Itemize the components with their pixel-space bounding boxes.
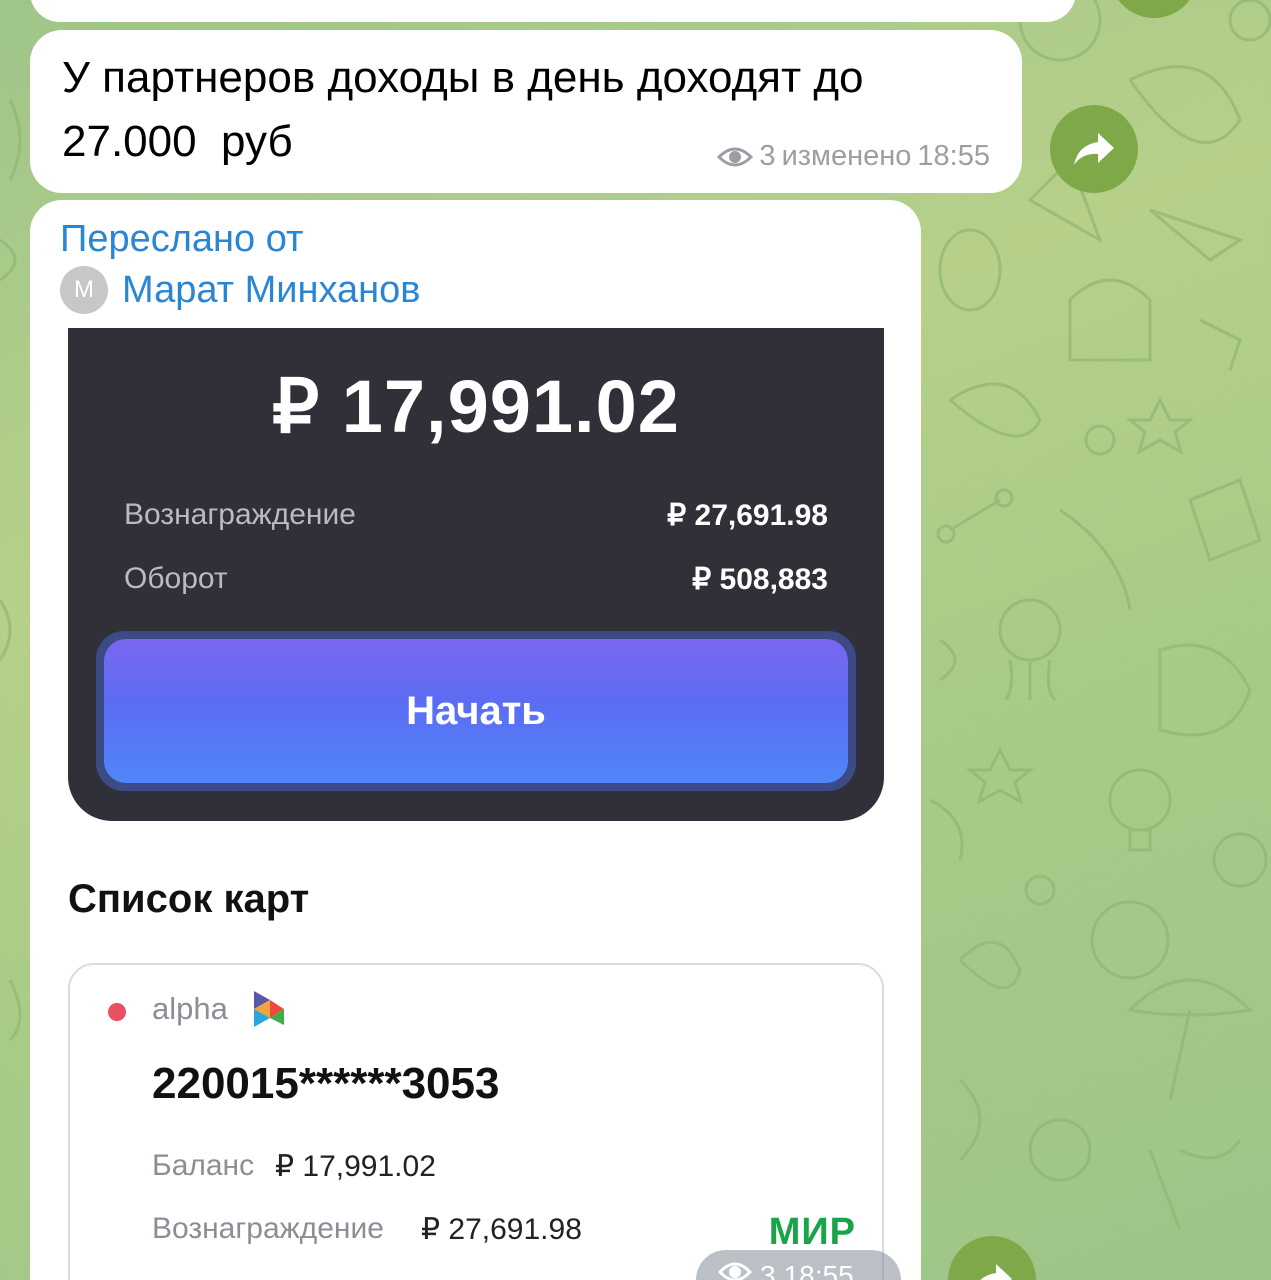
- balance-card: ₽ 17,991.02 Вознаграждение ₽ 27,691.98 О…: [68, 328, 884, 821]
- eye-icon: [717, 147, 754, 166]
- forwarded-label: Переслано от: [60, 218, 304, 260]
- previous-message-bubble[interactable]: [30, 0, 1076, 22]
- views-count: 3: [759, 140, 776, 172]
- share-arrow-icon: [1074, 133, 1114, 165]
- message-time: 18:55: [783, 1260, 854, 1280]
- reward-value: ₽ 27,691.98: [667, 499, 828, 532]
- forwarded-author[interactable]: M Марат Минханов: [60, 266, 421, 314]
- avatar: M: [60, 266, 108, 314]
- bank-card-item[interactable]: alpha 220015******3053 Баланс ₽ 17,991.0…: [68, 963, 884, 1280]
- start-button-label: Начать: [104, 639, 848, 783]
- views-count: 3: [760, 1260, 776, 1280]
- message-time: 18:55: [917, 140, 990, 172]
- mir-logo: МИР: [768, 1211, 856, 1253]
- status-dot-icon: [108, 1003, 126, 1021]
- reward-label: Вознаграждение: [124, 498, 356, 531]
- forwarded-meta: 3 18:55: [696, 1250, 901, 1280]
- turnover-label: Оборот: [124, 562, 228, 595]
- card-reward-label: Вознаграждение: [152, 1212, 384, 1245]
- bank-name: alpha: [152, 991, 228, 1026]
- share-button-forwarded[interactable]: [948, 1236, 1036, 1280]
- cards-list-title: Список карт: [68, 877, 310, 921]
- message-meta: 3 изменено 18:55: [717, 140, 990, 173]
- share-arrow-icon: [980, 1264, 1012, 1280]
- sbp-logo-icon: [254, 991, 284, 1027]
- share-button-previous[interactable]: [1110, 0, 1198, 18]
- edited-label: изменено: [781, 140, 912, 172]
- message-bubble[interactable]: У партнеров доходы в день доходят до 27.…: [30, 30, 1022, 193]
- card-number: 220015******3053: [152, 1059, 500, 1108]
- forwarded-message-bubble[interactable]: Переслано от M Марат Минханов ₽ 17,991.0…: [30, 200, 921, 1280]
- start-button[interactable]: Начать: [96, 631, 856, 791]
- turnover-value: ₽ 508,883: [692, 563, 828, 596]
- balance-amount: ₽ 17,991.02: [272, 365, 680, 448]
- card-balance-label: Баланс: [152, 1149, 255, 1182]
- author-name: Марат Минханов: [122, 268, 421, 311]
- eye-icon: [718, 1262, 752, 1280]
- card-balance-value: ₽ 17,991.02: [275, 1150, 436, 1183]
- share-button[interactable]: [1050, 105, 1138, 193]
- card-reward-value: ₽ 27,691.98: [421, 1213, 582, 1246]
